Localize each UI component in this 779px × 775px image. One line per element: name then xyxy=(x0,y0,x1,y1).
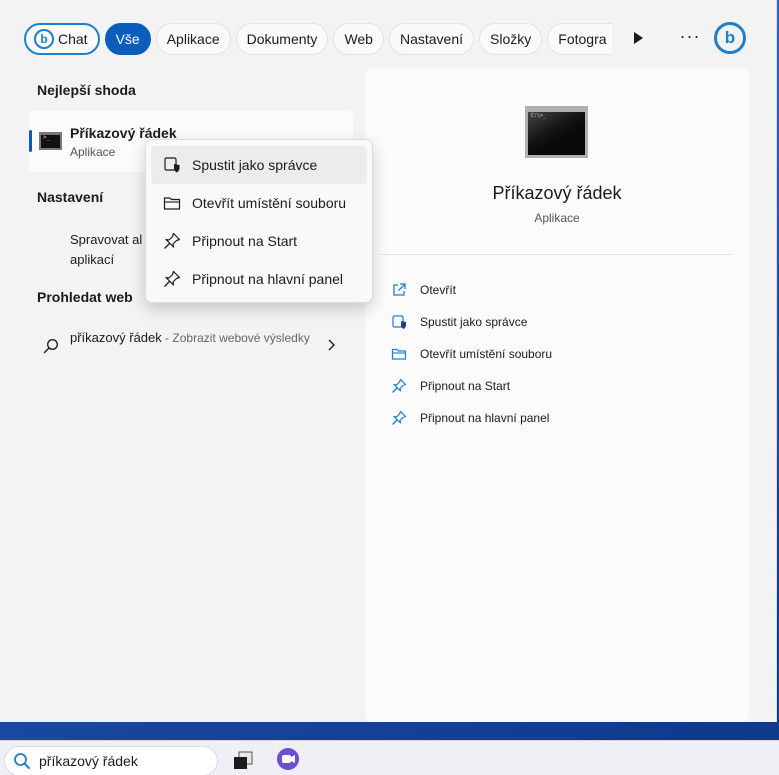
filter-all[interactable]: Vše xyxy=(104,23,151,55)
taskbar-search-box[interactable] xyxy=(4,746,218,775)
menu-run-as-admin[interactable]: Spustit jako správce xyxy=(151,146,367,184)
filter-web[interactable]: Web xyxy=(333,23,384,55)
menu-open-file-location-label: Otevřít umístění souboru xyxy=(192,195,347,211)
taskbar-search-input[interactable] xyxy=(39,753,209,769)
folder-icon xyxy=(391,348,407,360)
admin-shield-icon xyxy=(164,157,180,173)
filter-apps[interactable]: Aplikace xyxy=(155,23,231,55)
filter-bar: b Chat Vše Aplikace Dokumenty Web Nastav… xyxy=(24,22,613,56)
pin-icon xyxy=(392,378,407,393)
preview-subtitle: Aplikace xyxy=(534,211,580,225)
action-run-as-admin[interactable]: Spustit jako správce xyxy=(391,306,731,338)
more-options-button[interactable]: ··· xyxy=(676,26,704,50)
filter-documents[interactable]: Dokumenty xyxy=(235,23,329,55)
web-search-result[interactable]: příkazový řádek - Zobrazit webové výsled… xyxy=(29,320,353,372)
task-view-icon[interactable] xyxy=(232,749,254,771)
pin-icon xyxy=(392,410,407,425)
preview-panel: Příkazový řádek Aplikace Otevřít Spustit… xyxy=(365,69,749,722)
menu-pin-to-start-label: Připnout na Start xyxy=(192,233,298,249)
filter-folders[interactable]: Složky xyxy=(479,23,543,55)
pin-icon xyxy=(164,270,181,287)
filter-chat-label: Chat xyxy=(58,31,88,47)
settings-result[interactable]: Spravovat al aplikací xyxy=(70,230,150,270)
search-icon xyxy=(43,339,58,354)
action-pin-to-start-label: Připnout na Start xyxy=(420,379,511,393)
action-pin-to-taskbar-label: Připnout na hlavní panel xyxy=(420,411,550,425)
action-open-label: Otevřít xyxy=(420,283,457,297)
pin-icon xyxy=(164,232,181,249)
divider xyxy=(380,254,734,255)
context-menu: Spustit jako správce Otevřít umístění so… xyxy=(145,139,373,303)
taskbar xyxy=(0,740,779,775)
settings-heading: Nastavení xyxy=(37,189,104,205)
best-match-heading: Nejlepší shoda xyxy=(37,82,136,98)
action-open-file-location[interactable]: Otevřít umístění souboru xyxy=(391,338,731,370)
action-open-file-location-label: Otevřít umístění souboru xyxy=(420,347,553,361)
preview-title: Příkazový řádek xyxy=(492,183,622,203)
menu-pin-to-taskbar[interactable]: Připnout na hlavní panel xyxy=(151,260,367,298)
menu-pin-to-taskbar-label: Připnout na hlavní panel xyxy=(192,271,343,287)
menu-run-as-admin-label: Spustit jako správce xyxy=(192,157,318,173)
folder-icon xyxy=(163,197,181,210)
action-pin-to-taskbar[interactable]: Připnout na hlavní panel xyxy=(391,402,731,434)
command-prompt-large-icon xyxy=(525,106,588,158)
search-panel: b Chat Vše Aplikace Dokumenty Web Nastav… xyxy=(0,0,777,722)
action-run-as-admin-label: Spustit jako správce xyxy=(420,315,528,329)
bing-icon[interactable]: b xyxy=(714,22,746,54)
web-search-query: příkazový řádek xyxy=(70,330,162,345)
chevron-right-icon xyxy=(328,339,335,351)
filter-settings[interactable]: Nastavení xyxy=(388,23,475,55)
filter-chat-button[interactable]: b Chat xyxy=(24,23,100,55)
teams-chat-icon[interactable] xyxy=(276,747,300,771)
bing-chat-icon: b xyxy=(34,29,54,49)
scroll-filters-right-icon[interactable] xyxy=(628,28,648,48)
filter-photos[interactable]: Fotogra xyxy=(547,23,613,55)
preview-actions: Otevřít Spustit jako správce Otevřít umí… xyxy=(391,274,731,434)
command-prompt-icon xyxy=(39,132,62,150)
action-open[interactable]: Otevřít xyxy=(391,274,731,306)
selection-indicator xyxy=(29,130,32,152)
web-search-heading: Prohledat web xyxy=(37,289,133,305)
web-search-suffix: - Zobrazit webové výsledky xyxy=(161,331,310,345)
action-pin-to-start[interactable]: Připnout na Start xyxy=(391,370,731,402)
admin-shield-icon xyxy=(392,315,406,329)
best-match-subtitle: Aplikace xyxy=(70,145,116,159)
menu-pin-to-start[interactable]: Připnout na Start xyxy=(151,222,367,260)
search-icon xyxy=(14,753,30,769)
menu-open-file-location[interactable]: Otevřít umístění souboru xyxy=(151,184,367,222)
web-search-text: příkazový řádek - Zobrazit webové výsled… xyxy=(70,328,310,348)
open-external-icon xyxy=(393,283,406,296)
